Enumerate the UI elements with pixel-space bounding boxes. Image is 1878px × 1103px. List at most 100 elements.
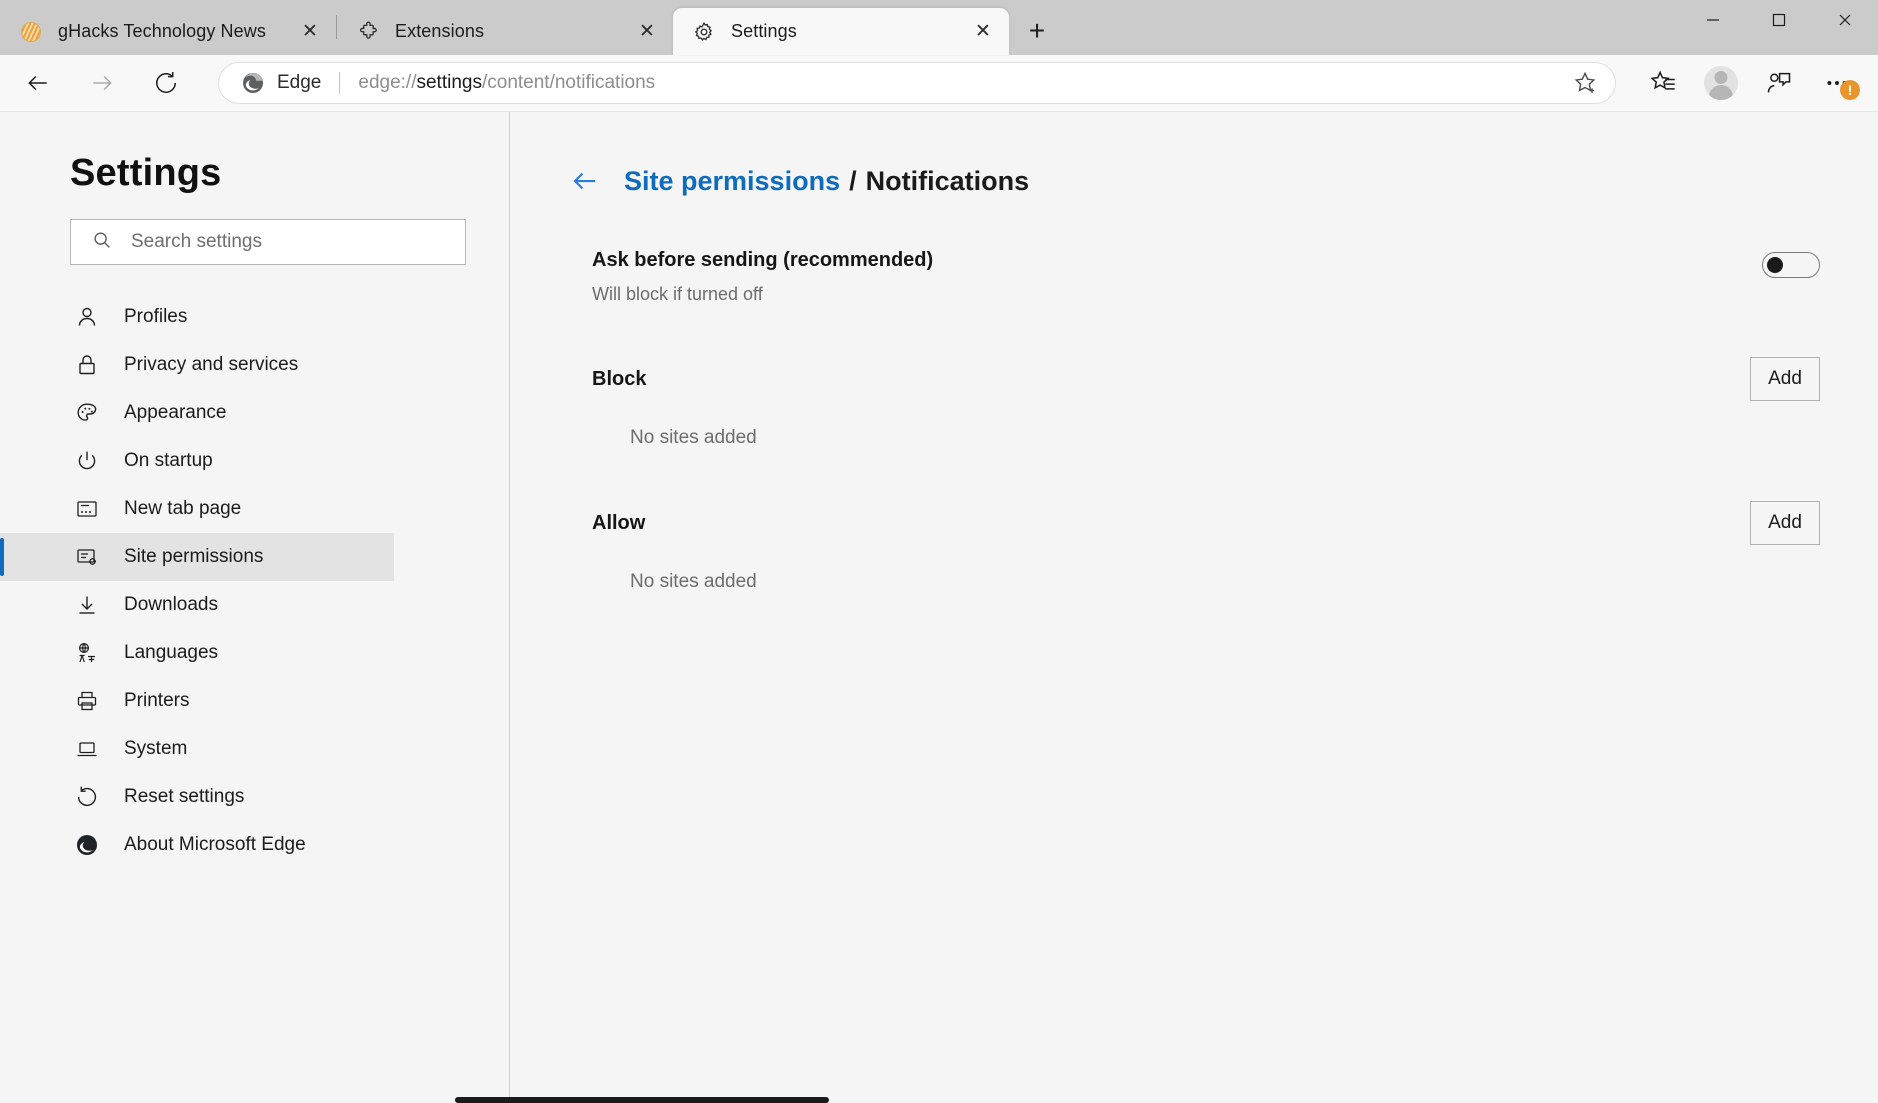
ask-before-sending-row: Ask before sending (recommended) Will bl…: [592, 248, 1820, 305]
page-title: Settings: [70, 152, 222, 194]
url-suffix: /content/notifications: [481, 72, 656, 93]
title-bar: gHacks Technology News ✕ Extensions ✕ Se…: [0, 0, 1878, 55]
new-tab-page-icon: [74, 496, 100, 522]
breadcrumb-separator: /: [849, 165, 857, 196]
reload-button[interactable]: [144, 61, 188, 105]
back-arrow-icon[interactable]: [568, 164, 602, 198]
ghacks-favicon: [20, 21, 42, 43]
sidebar-item-appearance[interactable]: Appearance: [0, 389, 394, 437]
sidebar-item-privacy-and-services[interactable]: Privacy and services: [0, 341, 394, 389]
allow-section-header: Allow Add: [592, 501, 1820, 545]
profile-avatar-icon[interactable]: [1696, 60, 1746, 106]
download-icon: [74, 592, 100, 618]
edge-logo-icon: [74, 832, 100, 858]
browser-window: gHacks Technology News ✕ Extensions ✕ Se…: [0, 0, 1878, 1103]
sidebar-item-reset-settings[interactable]: Reset settings: [0, 773, 394, 821]
sidebar-item-site-permissions[interactable]: Site permissions: [0, 533, 394, 581]
laptop-icon: [74, 736, 100, 762]
block-add-button[interactable]: Add: [1750, 357, 1820, 401]
sidebar-item-profiles[interactable]: Profiles: [0, 293, 394, 341]
address-bar[interactable]: Edge edge://settings/content/notificatio…: [218, 62, 1616, 104]
url-text: edge://settings/content/notifications: [358, 72, 1565, 94]
lock-icon: [74, 352, 100, 378]
feedback-icon[interactable]: [1754, 60, 1804, 106]
edge-label: Edge: [277, 72, 322, 93]
url-prefix: edge://: [358, 72, 417, 93]
sidebar-item-new-tab-page[interactable]: New tab page: [0, 485, 394, 533]
sidebar-item-label: System: [124, 738, 188, 759]
ask-before-sending-toggle[interactable]: [1762, 252, 1820, 278]
avatar: [1704, 66, 1738, 100]
tab-title: Settings: [731, 21, 797, 41]
settings-main-content: Site permissions / Notifications Ask bef…: [510, 112, 1878, 1103]
breadcrumb: Site permissions / Notifications: [568, 164, 1878, 198]
tab-title: Extensions: [395, 21, 485, 41]
sidebar-item-label: Downloads: [124, 594, 218, 615]
sidebar-item-downloads[interactable]: Downloads: [0, 581, 394, 629]
power-icon: [74, 448, 100, 474]
palette-icon: [74, 400, 100, 426]
tab-close-button[interactable]: ✕: [294, 16, 326, 48]
sidebar-item-about-microsoft-edge[interactable]: About Microsoft Edge: [0, 821, 394, 869]
sidebar-item-label: Appearance: [124, 402, 227, 423]
person-icon: [74, 304, 100, 330]
search-settings-box[interactable]: Search settings: [70, 219, 466, 265]
update-alert-badge: !: [1840, 80, 1860, 100]
settings-page: Settings Search settings Profiles Privac…: [0, 112, 1878, 1103]
notifications-settings: Ask before sending (recommended) Will bl…: [510, 248, 1878, 593]
tab-settings[interactable]: Settings ✕: [673, 8, 1009, 55]
edge-identity-badge: Edge: [241, 71, 321, 95]
gear-icon: [693, 21, 715, 43]
sidebar-item-label: Profiles: [124, 306, 188, 327]
tab-strip: gHacks Technology News ✕ Extensions ✕ Se…: [0, 0, 1057, 55]
reset-icon: [74, 784, 100, 810]
sidebar-item-on-startup[interactable]: On startup: [0, 437, 394, 485]
more-options-icon[interactable]: !: [1812, 60, 1862, 106]
favorite-star-icon[interactable]: [1565, 63, 1605, 103]
url-strong: settings: [416, 72, 482, 93]
breadcrumb-current: Notifications: [865, 165, 1030, 196]
window-controls: [1680, 0, 1878, 40]
back-button[interactable]: [16, 61, 60, 105]
toggle-knob: [1767, 257, 1783, 273]
puzzle-piece-icon: [357, 21, 379, 43]
sidebar-item-label: Reset settings: [124, 786, 245, 807]
block-section-title: Block: [592, 367, 647, 390]
tab-ghacks-technology-news[interactable]: gHacks Technology News ✕: [0, 8, 336, 55]
sidebar-item-languages[interactable]: Languages: [0, 629, 394, 677]
allow-add-button[interactable]: Add: [1750, 501, 1820, 545]
maximize-button[interactable]: [1746, 0, 1812, 40]
allow-section-title: Allow: [592, 511, 646, 534]
horizontal-scrollbar[interactable]: [455, 1097, 829, 1103]
sidebar-item-label: Printers: [124, 690, 190, 711]
favorites-list-icon[interactable]: [1638, 60, 1688, 106]
new-tab-button[interactable]: +: [1017, 11, 1057, 51]
browser-toolbar: Edge edge://settings/content/notificatio…: [0, 55, 1878, 112]
sidebar-item-label: On startup: [124, 450, 213, 471]
edge-logo-icon: [243, 73, 263, 93]
minimize-button[interactable]: [1680, 0, 1746, 40]
tab-close-button[interactable]: ✕: [967, 16, 999, 48]
omnibox-divider: [339, 72, 341, 94]
sidebar-item-label: New tab page: [124, 498, 242, 519]
sidebar-item-label: Site permissions: [124, 546, 264, 567]
ask-before-sending-subtitle: Will block if turned off: [592, 284, 763, 304]
tab-extensions[interactable]: Extensions ✕: [337, 8, 673, 55]
ask-before-sending-text: Ask before sending (recommended) Will bl…: [592, 248, 933, 305]
forward-button[interactable]: [80, 61, 124, 105]
block-section-header: Block Add: [592, 357, 1820, 401]
tab-title: gHacks Technology News: [58, 21, 266, 41]
settings-nav-list: Profiles Privacy and services Appearance…: [0, 293, 509, 869]
breadcrumb-parent-link[interactable]: Site permissions: [624, 166, 840, 197]
block-empty-text: No sites added: [630, 427, 757, 448]
site-settings-icon: [74, 544, 100, 570]
search-input[interactable]: Search settings: [131, 231, 262, 253]
settings-sidebar: Settings Search settings Profiles Privac…: [0, 112, 510, 1103]
sidebar-item-printers[interactable]: Printers: [0, 677, 394, 725]
tab-close-button[interactable]: ✕: [631, 16, 663, 48]
sidebar-item-label: About Microsoft Edge: [124, 834, 306, 855]
close-button[interactable]: [1812, 0, 1878, 40]
sidebar-item-label: Languages: [124, 642, 219, 663]
ask-before-sending-title: Ask before sending (recommended): [592, 249, 934, 271]
sidebar-item-system[interactable]: System: [0, 725, 394, 773]
